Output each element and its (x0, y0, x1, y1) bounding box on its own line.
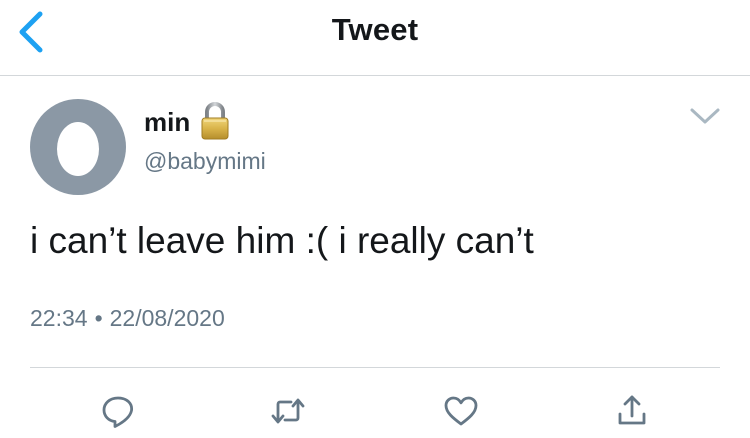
avatar[interactable] (30, 99, 126, 195)
author-handle[interactable]: @babymimi (144, 148, 266, 175)
tweet-timestamp: 22:34 • 22/08/2020 (30, 305, 225, 332)
meta-separator: • (94, 305, 103, 331)
like-button[interactable] (441, 391, 481, 431)
author-name[interactable]: min (144, 107, 190, 138)
tweet-menu-button[interactable] (688, 104, 722, 128)
share-icon (618, 395, 646, 425)
page-title: Tweet (331, 12, 419, 47)
reply-button[interactable] (98, 391, 138, 431)
tweet-date: 22/08/2020 (109, 305, 225, 331)
lock-icon (201, 102, 229, 140)
retweet-icon (271, 398, 305, 424)
egg-avatar-icon (30, 99, 126, 195)
retweet-button[interactable] (268, 391, 308, 431)
chevron-down-icon (690, 108, 720, 124)
tweet-text: i can’t leave him :( i really can’t (30, 220, 534, 261)
divider (30, 367, 720, 368)
tweet-time: 22:34 (30, 305, 88, 331)
share-button[interactable] (612, 391, 652, 431)
heart-icon (444, 396, 478, 426)
reply-icon (102, 396, 133, 428)
navigation-bar: Tweet (0, 0, 750, 76)
